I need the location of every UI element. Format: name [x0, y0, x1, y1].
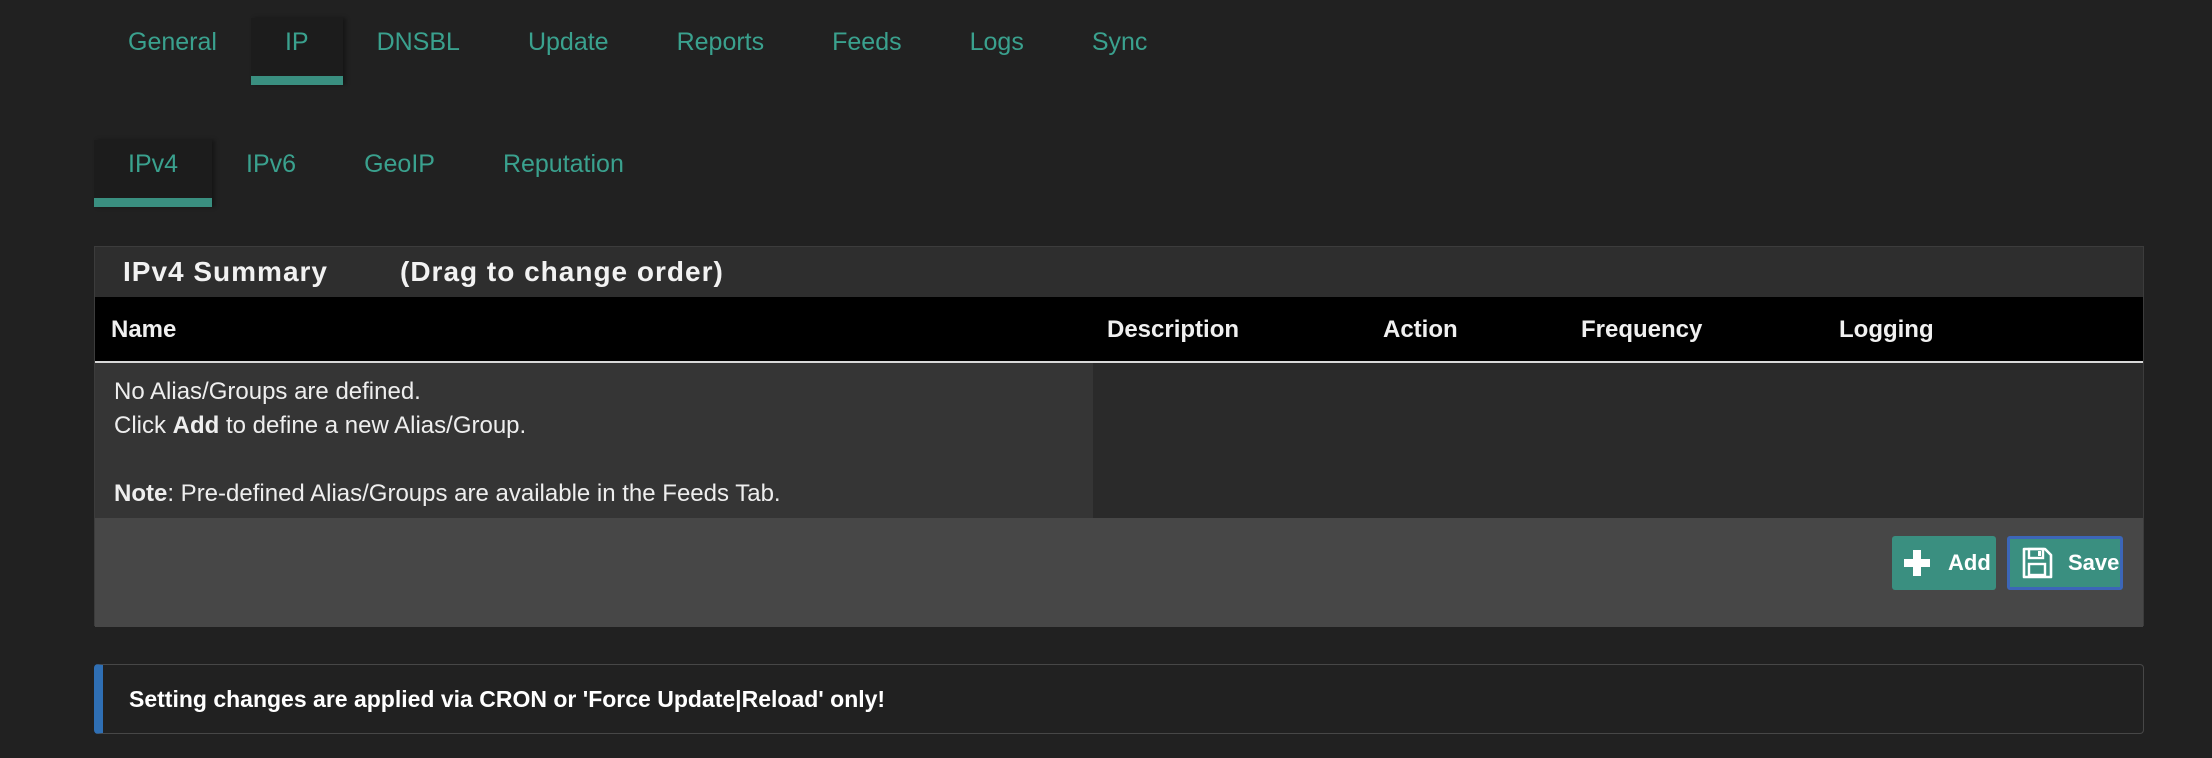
empty-message-note: Note: Pre-defined Alias/Groups are avail… [114, 477, 1093, 511]
tab-update[interactable]: Update [494, 18, 643, 85]
empty-message-prefix: Click [114, 412, 173, 439]
plus-icon [1904, 550, 1930, 576]
empty-message-line2: Click Add to define a new Alias/Group. [114, 409, 1093, 443]
panel-subtitle: (Drag to change order) [400, 256, 724, 287]
note-label: Note [114, 480, 168, 507]
tab-general[interactable]: General [94, 18, 251, 85]
column-header-logging: Logging [1839, 316, 1934, 343]
empty-message-suffix: to define a new Alias/Group. [219, 412, 527, 439]
main-tabs: General IP DNSBL Update Reports Feeds Lo… [94, 18, 1181, 85]
column-header-action: Action [1383, 316, 1458, 343]
note-text: : Pre-defined Alias/Groups are available… [167, 480, 781, 507]
column-header-description: Description [1107, 316, 1240, 343]
save-button[interactable]: Save [2007, 536, 2123, 590]
panel-heading: IPv4 Summary (Drag to change order) [95, 247, 2143, 297]
page: General IP DNSBL Update Reports Feeds Lo… [0, 0, 2212, 758]
empty-message-cell: No Alias/Groups are defined. Click Add t… [95, 363, 1093, 518]
floppy-disk-icon [2022, 547, 2053, 579]
column-header-name: Name [111, 316, 177, 343]
info-alert: Setting changes are applied via CRON or … [94, 664, 2144, 734]
tab-reputation[interactable]: Reputation [469, 140, 658, 207]
add-button-label: Add [1948, 550, 1991, 575]
tab-geoip[interactable]: GeoIP [330, 140, 469, 207]
empty-message-line1: No Alias/Groups are defined. [114, 378, 421, 405]
empty-message-add-keyword: Add [172, 412, 220, 439]
sub-tabs: IPv4 IPv6 GeoIP Reputation [94, 140, 658, 207]
tab-ip[interactable]: IP [250, 18, 343, 85]
table-body: No Alias/Groups are defined. Click Add t… [95, 363, 2143, 518]
panel-title: IPv4 Summary [123, 256, 328, 287]
tab-ipv6[interactable]: IPv6 [212, 140, 330, 207]
save-button-label: Save [2068, 550, 2120, 575]
table-header: Name Description Action Frequency Loggin… [95, 297, 2143, 363]
column-header-frequency: Frequency [1581, 316, 1703, 343]
tab-logs[interactable]: Logs [936, 18, 1058, 85]
ipv4-summary-panel: IPv4 Summary (Drag to change order) Name… [94, 246, 2144, 627]
alert-text: Setting changes are applied via CRON or … [129, 685, 886, 712]
tab-reports[interactable]: Reports [643, 18, 799, 85]
tab-dnsbl[interactable]: DNSBL [343, 18, 494, 85]
tab-feeds[interactable]: Feeds [798, 18, 935, 85]
tab-ipv4[interactable]: IPv4 [94, 140, 213, 207]
tab-sync[interactable]: Sync [1058, 18, 1182, 85]
add-button[interactable]: Add [1892, 536, 1996, 590]
panel-footer: Add Save [95, 518, 2143, 627]
